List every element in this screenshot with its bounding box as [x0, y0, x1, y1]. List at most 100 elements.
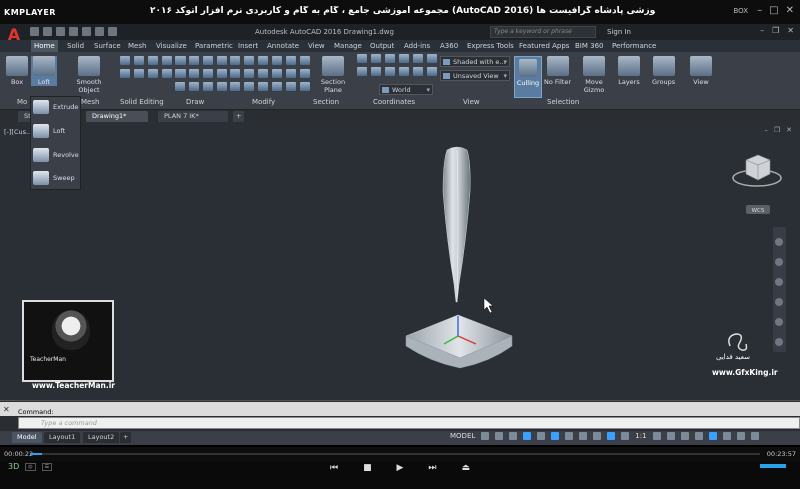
ucs-z-icon[interactable]	[427, 54, 437, 63]
ucs-origin-icon[interactable]	[385, 54, 395, 63]
sweep-menu-item[interactable]: Sweep	[33, 168, 80, 188]
minimize-icon[interactable]: –	[760, 26, 764, 35]
tab-output[interactable]: Output	[367, 40, 397, 52]
arc-icon[interactable]	[217, 56, 227, 65]
presspull-icon[interactable]	[162, 56, 172, 65]
line-icon[interactable]	[175, 56, 185, 65]
rotate-icon[interactable]	[244, 56, 254, 65]
volume-slider[interactable]	[760, 464, 786, 468]
hatch-icon[interactable]	[217, 69, 227, 78]
tab-manage[interactable]: Manage	[331, 40, 365, 52]
3d-icon[interactable]: 3D	[8, 462, 19, 471]
slice-icon[interactable]	[148, 69, 158, 78]
smooth-object-button[interactable]: Smooth Object	[73, 56, 105, 94]
polyline-icon[interactable]	[189, 56, 199, 65]
tab-annotate[interactable]: Annotate	[264, 40, 302, 52]
region-icon[interactable]	[203, 82, 213, 91]
drawing-viewport[interactable]: [-][Cus... d with edges] – ❐ ✕	[0, 122, 800, 400]
play-icon[interactable]: ▶	[397, 461, 404, 475]
copy-icon[interactable]	[286, 56, 296, 65]
ucs-object-icon[interactable]	[371, 67, 381, 76]
minimize-icon[interactable]: –	[757, 5, 762, 16]
model-space-button[interactable]: MODEL	[450, 432, 475, 440]
stretch-icon[interactable]	[230, 69, 240, 78]
chamfer-icon[interactable]	[258, 82, 268, 91]
erase-icon[interactable]	[286, 69, 296, 78]
ucs-x-icon[interactable]	[413, 54, 423, 63]
boundary-icon[interactable]	[217, 82, 227, 91]
revolve-menu-item[interactable]: Revolve	[33, 145, 80, 165]
workspace-icon[interactable]	[652, 432, 661, 440]
annotation-scale-value[interactable]: 1:1	[635, 432, 646, 440]
mirror-icon[interactable]	[300, 56, 310, 65]
lineweight-icon[interactable]	[579, 432, 588, 440]
imprint-icon[interactable]	[134, 69, 144, 78]
search-input[interactable]: Type a keyword or phrase	[490, 26, 596, 38]
separate-icon[interactable]	[162, 69, 172, 78]
new-icon[interactable]	[30, 27, 39, 36]
ucs-face-icon[interactable]	[385, 67, 395, 76]
settings-icon[interactable]: ◎	[25, 462, 36, 471]
plan7-tab[interactable]: PLAN 7 IK*	[158, 111, 228, 122]
isodraft-icon[interactable]	[537, 432, 546, 440]
command-close-icon[interactable]: ✕	[3, 405, 10, 414]
command-input[interactable]: Type a command	[18, 417, 800, 429]
stop-icon[interactable]: ■	[363, 461, 372, 475]
tab-home[interactable]: Home	[31, 40, 58, 52]
rectangle-icon[interactable]	[175, 69, 185, 78]
ortho-icon[interactable]	[509, 432, 518, 440]
ucs-previous-icon[interactable]	[413, 67, 423, 76]
polar-icon[interactable]	[523, 432, 532, 440]
next-icon[interactable]: ⏭	[428, 461, 436, 475]
fillet-icon[interactable]	[272, 56, 282, 65]
extract-edges-icon[interactable]	[120, 69, 130, 78]
object-snap-icon[interactable]	[551, 432, 560, 440]
hardware-acceleration-icon[interactable]	[722, 432, 731, 440]
groups-button[interactable]: Groups	[652, 56, 675, 86]
move-gizmo-button[interactable]: Move Gizmo	[581, 56, 607, 94]
eject-icon[interactable]: ⏏	[461, 461, 470, 475]
tab-express-tools[interactable]: Express Tools	[464, 40, 517, 52]
playlist-icon[interactable]: ☰	[41, 462, 53, 471]
culling-button[interactable]: Culling	[514, 56, 542, 98]
open-icon[interactable]	[43, 27, 52, 36]
annotation-scale-icon[interactable]	[621, 432, 630, 440]
polygon-icon[interactable]	[175, 82, 185, 91]
spline-icon[interactable]	[189, 69, 199, 78]
extrude-menu-item[interactable]: Extrude	[33, 97, 80, 117]
break-icon[interactable]	[244, 82, 254, 91]
new-tab-button[interactable]: +	[233, 111, 245, 122]
clean-screen-icon[interactable]	[736, 432, 745, 440]
loft-button[interactable]: Loft	[31, 56, 57, 86]
ucs-3point-icon[interactable]	[357, 67, 367, 76]
annotation-monitor-icon[interactable]	[666, 432, 675, 440]
move-icon[interactable]	[230, 56, 240, 65]
close-icon[interactable]: ✕	[787, 26, 794, 35]
quick-properties-icon[interactable]	[694, 432, 703, 440]
tab-layout2[interactable]: Layout2	[83, 432, 120, 443]
offset-icon[interactable]	[272, 69, 282, 78]
array-icon[interactable]	[258, 69, 268, 78]
seek-track[interactable]	[30, 453, 760, 455]
no-filter-button[interactable]: No Filter	[544, 56, 571, 86]
tab-visualize[interactable]: Visualize	[153, 40, 190, 52]
tab-layout1[interactable]: Layout1	[44, 432, 81, 443]
tab-featured-apps[interactable]: Featured Apps	[516, 40, 572, 52]
tab-view[interactable]: View	[305, 40, 328, 52]
add-layout-button[interactable]: +	[120, 432, 132, 443]
drawing1-tab[interactable]: Drawing1*	[86, 111, 148, 122]
section-plane-button[interactable]: Section Plane	[318, 56, 348, 94]
annotation-visibility-icon[interactable]	[607, 432, 616, 440]
trim-icon[interactable]	[258, 56, 268, 65]
ucs-named-icon[interactable]	[427, 67, 437, 76]
lengthen-icon[interactable]	[286, 82, 296, 91]
close-icon[interactable]: ✕	[786, 5, 794, 16]
join-icon[interactable]	[230, 82, 240, 91]
tab-mesh[interactable]: Mesh	[125, 40, 149, 52]
ucs-y-icon[interactable]	[399, 67, 409, 76]
align-icon[interactable]	[272, 82, 282, 91]
units-icon[interactable]	[680, 432, 689, 440]
tab-solid[interactable]: Solid	[64, 40, 87, 52]
visual-style-select[interactable]: Shaded with e...	[440, 56, 510, 67]
snap-icon[interactable]	[495, 432, 504, 440]
